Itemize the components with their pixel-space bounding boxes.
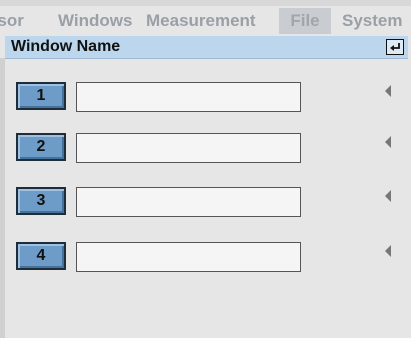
panel-title: Window Name <box>11 38 121 55</box>
left-arrow-icon[interactable] <box>385 85 391 97</box>
window-number-button-2[interactable]: 2 <box>16 133 66 161</box>
left-edge <box>0 58 5 338</box>
window-row: 3 <box>16 187 306 221</box>
tab-system[interactable]: System <box>342 8 402 34</box>
window-row: 1 <box>16 82 306 116</box>
window-number-button-4[interactable]: 4 <box>16 242 66 270</box>
window-name-field-4[interactable] <box>76 242 301 272</box>
window-row: 2 <box>16 133 306 167</box>
window-number-button-1[interactable]: 1 <box>16 82 66 110</box>
window-name-field-3[interactable] <box>76 187 301 217</box>
tab-measurement[interactable]: Measurement <box>146 8 256 34</box>
return-arrow-icon[interactable] <box>386 39 404 55</box>
left-arrow-icon[interactable] <box>385 245 391 257</box>
tab-sensor[interactable]: nsor <box>0 8 24 34</box>
left-arrow-icon[interactable] <box>385 136 391 148</box>
panel-title-bar: Window Name <box>5 36 408 59</box>
window-name-field-2[interactable] <box>76 133 301 163</box>
window-name-field-1[interactable] <box>76 82 301 112</box>
window-number-button-3[interactable]: 3 <box>16 187 66 215</box>
menu-tabs: nsor Windows Measurement File System <box>0 6 411 36</box>
window-row: 4 <box>16 242 306 276</box>
tab-file[interactable]: File <box>279 8 331 34</box>
tab-windows[interactable]: Windows <box>58 8 132 34</box>
left-arrow-icon[interactable] <box>385 190 391 202</box>
